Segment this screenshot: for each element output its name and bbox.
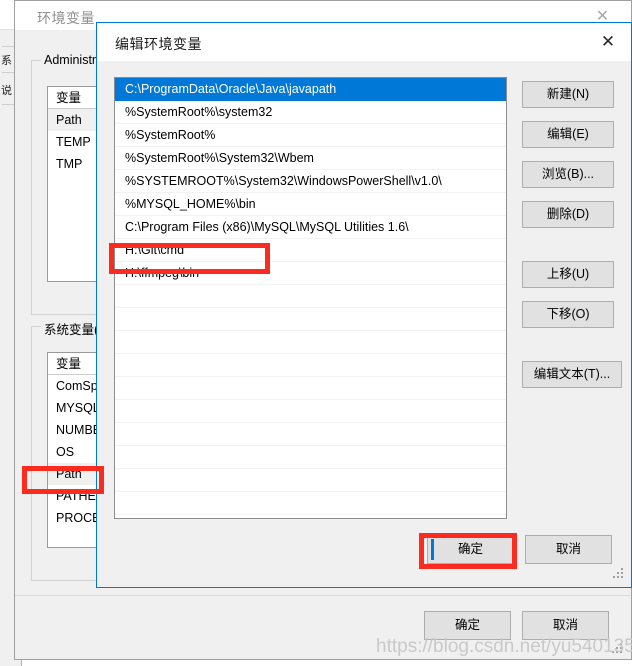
list-item[interactable]: %SystemRoot%\system32 bbox=[115, 101, 506, 124]
move-up-button[interactable]: 上移(U) bbox=[522, 261, 614, 288]
outer-separator bbox=[15, 595, 631, 596]
list-item-empty[interactable] bbox=[115, 354, 506, 377]
edit-text-button[interactable]: 编辑文本(T)... bbox=[522, 361, 622, 388]
list-item-empty[interactable] bbox=[115, 377, 506, 400]
dialog-ok-label: 确定 bbox=[457, 542, 483, 557]
watermark: https://blog.csdn.net/yu540135101 bbox=[376, 636, 632, 657]
move-down-button[interactable]: 下移(O) bbox=[522, 301, 614, 328]
new-button[interactable]: 新建(N) bbox=[522, 81, 614, 108]
focus-indicator bbox=[431, 539, 434, 560]
browse-button[interactable]: 浏览(B)... bbox=[522, 161, 614, 188]
list-item-empty[interactable] bbox=[115, 331, 506, 354]
list-item[interactable]: C:\Program Files (x86)\MySQL\MySQL Utili… bbox=[115, 216, 506, 239]
resize-grip-dialog[interactable] bbox=[613, 568, 625, 580]
list-item-empty[interactable] bbox=[115, 469, 506, 492]
close-icon[interactable]: ✕ bbox=[585, 23, 631, 61]
edit-dialog-title: 编辑环境变量 bbox=[115, 36, 202, 52]
list-item-empty[interactable] bbox=[115, 492, 506, 515]
list-item[interactable]: H:\Git\cmd bbox=[115, 239, 506, 262]
list-item-empty[interactable] bbox=[115, 400, 506, 423]
list-item[interactable]: %SYSTEMROOT%\System32\WindowsPowerShell\… bbox=[115, 170, 506, 193]
edit-environment-variable-dialog: 编辑环境变量 ✕ C:\ProgramData\Oracle\Java\java… bbox=[96, 22, 632, 588]
list-item[interactable]: %MYSQL_HOME%\bin bbox=[115, 193, 506, 216]
list-item-empty[interactable] bbox=[115, 423, 506, 446]
list-item[interactable]: %SystemRoot%\System32\Wbem bbox=[115, 147, 506, 170]
list-item-empty[interactable] bbox=[115, 308, 506, 331]
outer-window-title: 环境变量 bbox=[37, 10, 95, 26]
list-item[interactable]: H:\ffmpeg\bin bbox=[115, 262, 506, 285]
list-item[interactable]: C:\ProgramData\Oracle\Java\javapath bbox=[115, 78, 506, 101]
list-item-empty[interactable] bbox=[115, 446, 506, 469]
list-item[interactable]: %SystemRoot% bbox=[115, 124, 506, 147]
screenshot-root: 系 说 环境变量 ✕ Administrat 变量 Path TEMP TMP … bbox=[0, 0, 632, 666]
list-item-empty[interactable] bbox=[115, 285, 506, 308]
edit-dialog-titlebar: 编辑环境变量 ✕ bbox=[97, 23, 631, 61]
edit-button[interactable]: 编辑(E) bbox=[522, 121, 614, 148]
delete-button[interactable]: 删除(D) bbox=[522, 201, 614, 228]
path-entries-list[interactable]: C:\ProgramData\Oracle\Java\javapath %Sys… bbox=[114, 77, 507, 519]
dialog-ok-button[interactable]: 确定 bbox=[427, 535, 514, 564]
dialog-cancel-button[interactable]: 取消 bbox=[525, 535, 612, 564]
